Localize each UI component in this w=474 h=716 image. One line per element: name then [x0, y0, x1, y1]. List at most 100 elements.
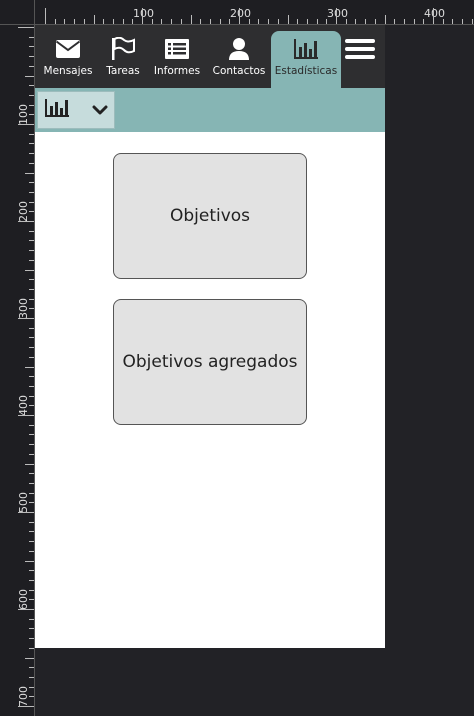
- ruler-tick: [306, 19, 308, 24]
- ruler-tick: [122, 19, 124, 24]
- ruler-tick: [64, 19, 66, 24]
- ruler-tick: [132, 19, 134, 24]
- ruler-tick: [29, 385, 34, 387]
- ruler-tick: [258, 19, 260, 24]
- ruler-tick: [171, 19, 173, 24]
- tab-estadisticas[interactable]: Estadísticas: [271, 31, 341, 88]
- ruler-tick: [345, 19, 347, 24]
- hamburger-icon[interactable]: [345, 39, 375, 65]
- horizontal-ruler[interactable]: 100 200 300 400: [35, 0, 474, 25]
- ruler-tick: [29, 327, 34, 329]
- ruler-tick: [277, 19, 279, 24]
- ruler-tick: [29, 259, 34, 261]
- ruler-tick: [29, 473, 34, 475]
- ruler-tick: [29, 347, 34, 349]
- ruler-tick: [29, 240, 34, 242]
- ruler-tick: [190, 15, 192, 24]
- ruler-tick: [29, 618, 34, 620]
- ruler-tick: [209, 19, 211, 24]
- tab-informes[interactable]: Informes: [151, 31, 203, 88]
- ruler-tick: [29, 288, 34, 290]
- ruler-tick: [29, 376, 34, 378]
- ruler-tick: [29, 356, 34, 358]
- ruler-tick: [18, 415, 34, 416]
- ruler-tick: [29, 395, 34, 397]
- ruler-tick: [29, 667, 34, 669]
- ruler-tick: [29, 36, 34, 38]
- ruler-tick: [29, 143, 34, 145]
- ruler-tick: [45, 8, 46, 24]
- ruler-tick: [29, 638, 34, 640]
- ruler-label: 500: [17, 492, 30, 513]
- ruler-tick: [29, 647, 34, 649]
- ruler-tick: [29, 521, 34, 523]
- ruler-tick: [93, 15, 95, 24]
- stats-view-selector[interactable]: [37, 91, 115, 129]
- flag-icon: [110, 35, 136, 63]
- ruler-tick: [239, 8, 240, 24]
- vertical-ruler[interactable]: 100 200 300 400 500 600 700: [0, 25, 35, 716]
- chevron-down-icon: [92, 101, 108, 120]
- ruler-tick: [452, 19, 454, 24]
- ruler-tick: [29, 570, 34, 572]
- ruler-tick: [433, 8, 434, 24]
- ruler-tick: [29, 599, 34, 601]
- ruler-tick: [103, 19, 105, 24]
- tab-mensajes[interactable]: Mensajes: [39, 31, 97, 88]
- ruler-tick: [29, 550, 34, 552]
- ruler-tick: [29, 579, 34, 581]
- ruler-tick: [29, 628, 34, 630]
- ruler-tick: [18, 221, 34, 222]
- ruler-tick: [29, 46, 34, 48]
- ruler-tick: [29, 541, 34, 543]
- ruler-tick: [25, 172, 34, 174]
- card-label: Objetivos agregados: [122, 352, 298, 372]
- ruler-tick: [29, 250, 34, 252]
- ruler-tick: [29, 162, 34, 164]
- ruler-tick: [29, 133, 34, 135]
- ruler-tick: [29, 492, 34, 494]
- ruler-tick: [29, 444, 34, 446]
- editor-stage: 100 200 300 400 100 200 300 400 500 600 …: [0, 0, 474, 716]
- ruler-tick: [151, 19, 153, 24]
- ruler-tick: [161, 19, 163, 24]
- ruler-tick: [54, 19, 56, 24]
- ruler-label: 100: [17, 104, 30, 125]
- ruler-tick: [336, 8, 337, 24]
- ruler-tick: [29, 424, 34, 426]
- ruler-tick: [25, 75, 34, 77]
- ruler-tick: [316, 19, 318, 24]
- ruler-tick: [442, 19, 444, 24]
- ruler-tick: [29, 337, 34, 339]
- tab-contactos[interactable]: Contactos: [211, 31, 267, 88]
- ruler-label: 200: [17, 201, 30, 222]
- ruler-tick: [25, 657, 34, 659]
- ruler-tick: [423, 19, 425, 24]
- ruler-tick: [83, 19, 85, 24]
- stats-content: Objetivos Objetivos agregados: [35, 132, 385, 648]
- objetivos-button[interactable]: Objetivos: [113, 153, 307, 279]
- card-label: Objetivos: [169, 206, 251, 226]
- ruler-tick: [29, 85, 34, 87]
- report-list-icon: [164, 35, 190, 63]
- ruler-tick: [29, 686, 34, 688]
- stats-toolbar: [35, 88, 385, 132]
- objetivos-agregados-button[interactable]: Objetivos agregados: [113, 299, 307, 425]
- tab-label: Informes: [153, 65, 201, 77]
- ruler-tick: [18, 609, 34, 610]
- ruler-tick: [25, 463, 34, 465]
- ruler-corner: [0, 0, 35, 25]
- ruler-tick: [394, 19, 396, 24]
- ruler-tick: [287, 15, 289, 24]
- ruler-tick: [25, 269, 34, 271]
- ruler-label: 400: [17, 395, 30, 416]
- ruler-tick: [180, 19, 182, 24]
- ruler-tick: [29, 453, 34, 455]
- ruler-tick: [462, 19, 464, 24]
- ruler-tick: [18, 318, 34, 319]
- ruler-label: 200: [230, 7, 251, 20]
- ruler-tick: [18, 512, 34, 513]
- ruler-tick: [25, 366, 34, 368]
- ruler-tick: [29, 104, 34, 106]
- tab-tareas[interactable]: Tareas: [101, 31, 145, 88]
